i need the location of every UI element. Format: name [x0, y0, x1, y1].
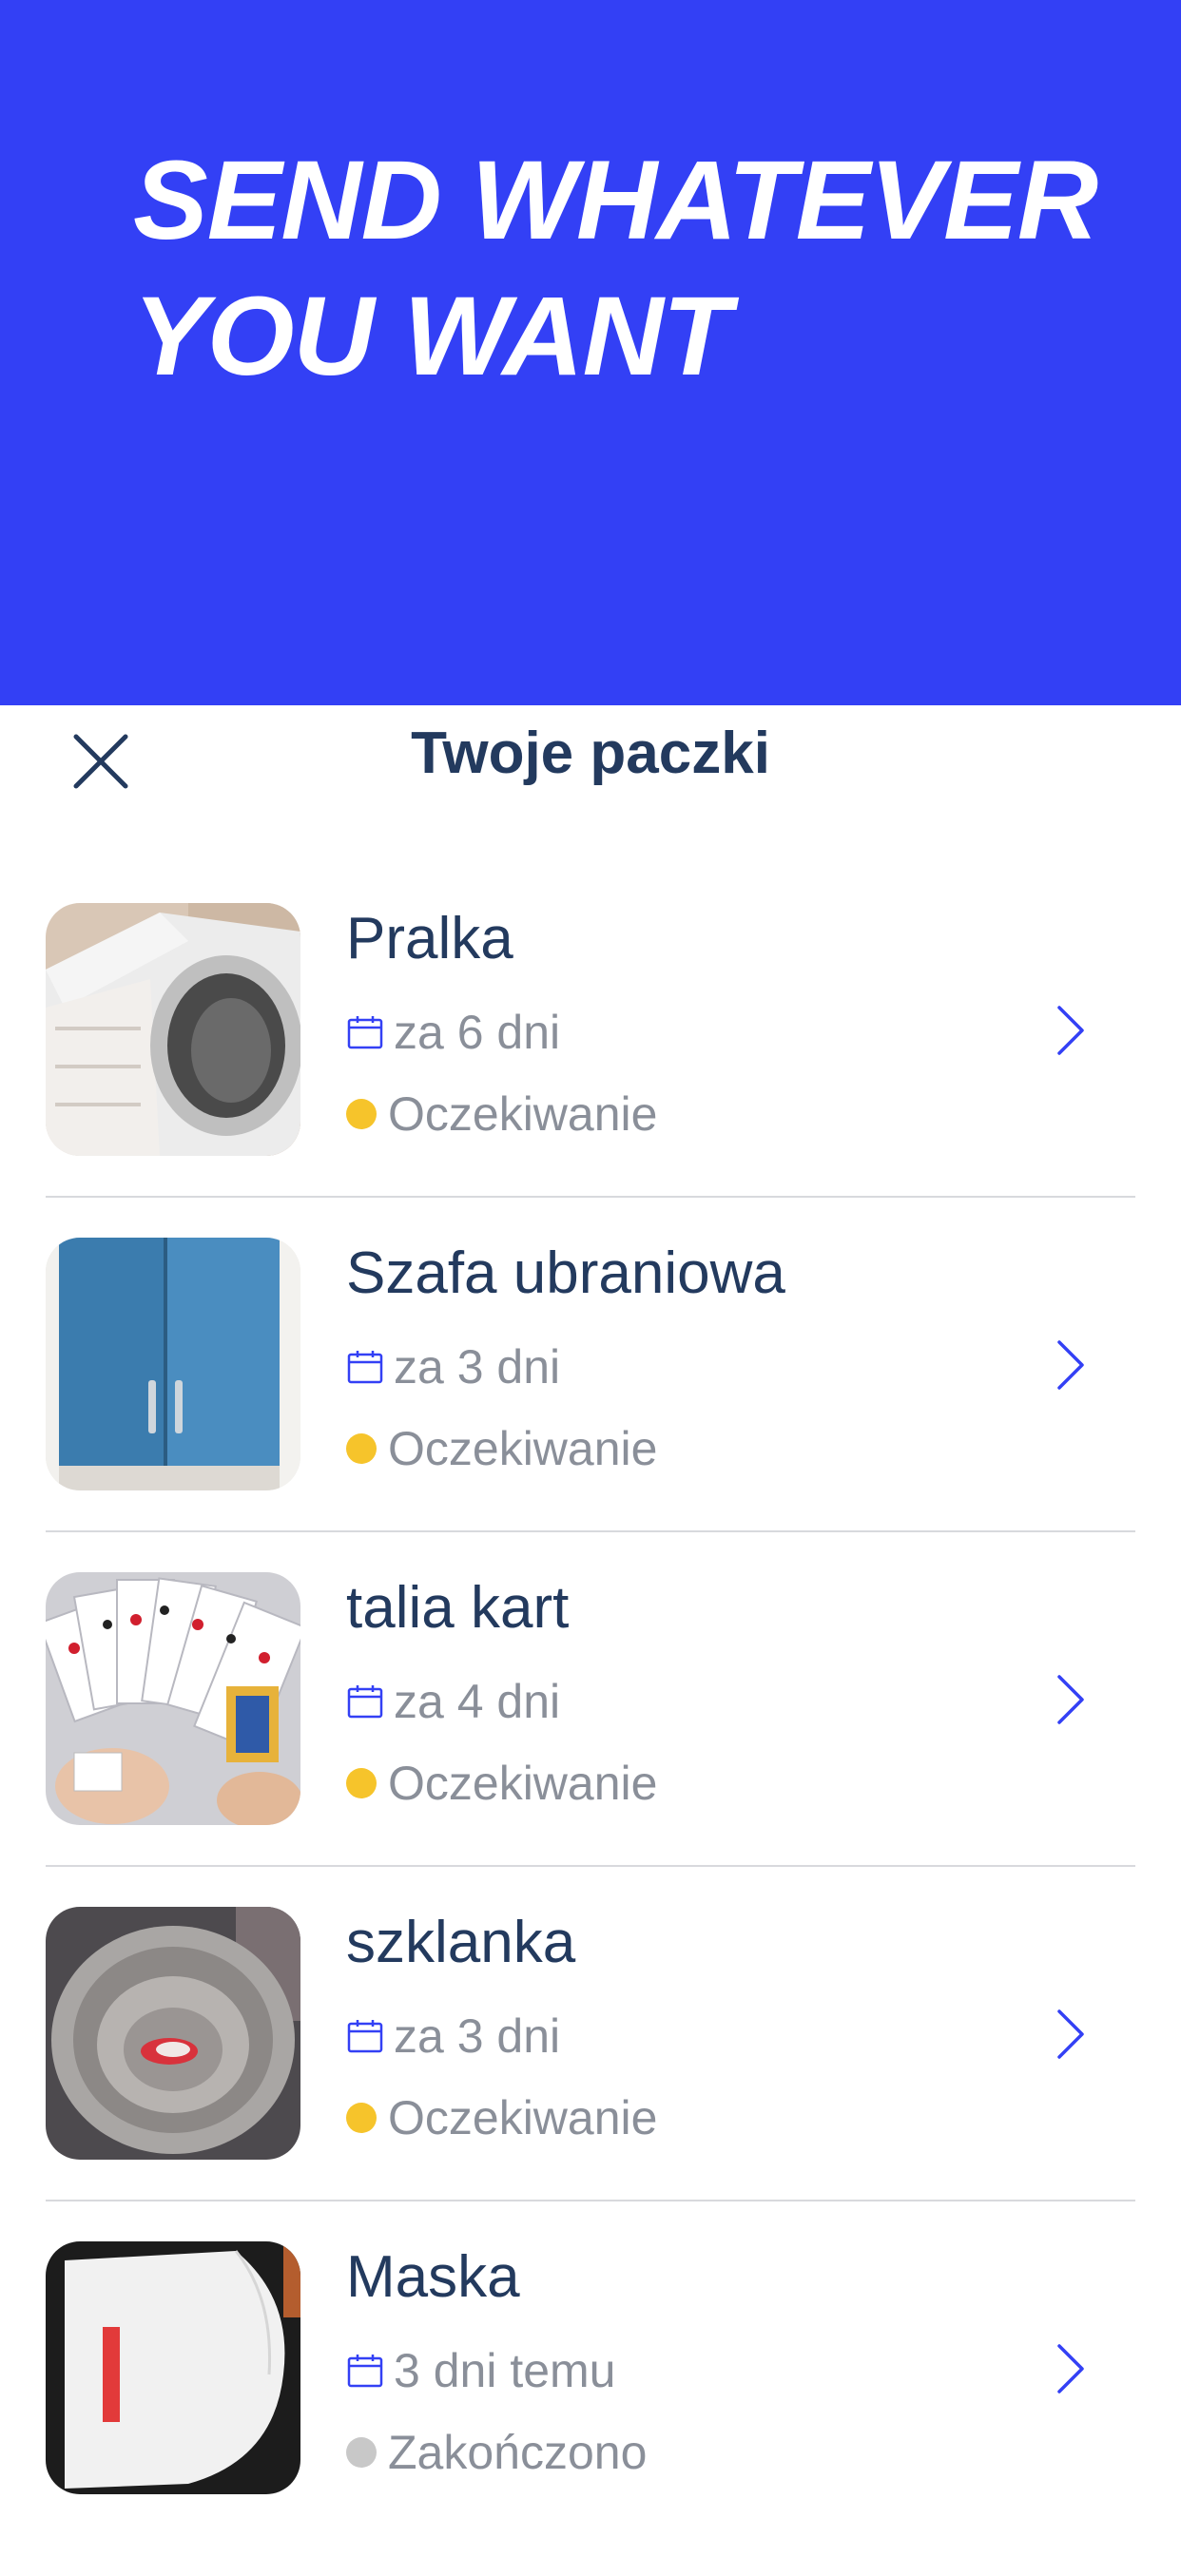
- package-date-text: 3 dni temu: [394, 2344, 616, 2397]
- package-date: za 3 dni: [346, 1340, 560, 1394]
- washing-machine-photo: [46, 903, 300, 1156]
- status-dot-icon: [346, 2437, 377, 2468]
- package-date: za 4 dni: [346, 1675, 560, 1728]
- divider: [46, 2200, 1135, 2201]
- package-thumbnail: [46, 1572, 300, 1825]
- close-button[interactable]: [67, 727, 135, 796]
- promo-headline-line-1: SEND WHATEVER: [133, 138, 1098, 263]
- package-status: Oczekiwanie: [346, 1757, 657, 1810]
- package-date-text: za 6 dni: [394, 1006, 561, 1059]
- package-thumbnail: [46, 1907, 300, 2160]
- package-date-text: za 4 dni: [394, 1675, 561, 1728]
- package-date-text: za 3 dni: [394, 2009, 561, 2063]
- divider: [46, 1530, 1135, 1532]
- package-status-text: Zakończono: [388, 2426, 648, 2479]
- divider: [46, 1196, 1135, 1198]
- package-date-text: za 3 dni: [394, 1340, 561, 1394]
- chevron-right-icon: [1057, 1006, 1084, 1055]
- package-item-pralka[interactable]: Pralka za 6 dni Oczekiwanie: [46, 903, 1135, 1238]
- package-status-text: Oczekiwanie: [388, 2091, 658, 2144]
- package-status-text: Oczekiwanie: [388, 1757, 658, 1810]
- promo-headline-line-2: YOU WANT: [133, 274, 731, 399]
- close-icon: [73, 734, 128, 789]
- package-status-text: Oczekiwanie: [388, 1087, 658, 1141]
- package-status: Oczekiwanie: [346, 2091, 657, 2144]
- playing-cards-photo: [46, 1572, 300, 1825]
- promo-headline: SEND WHATEVER YOU WANT: [133, 133, 1098, 405]
- promo-banner: SEND WHATEVER YOU WANT: [0, 0, 1181, 705]
- chevron-right-icon: [1057, 1675, 1084, 1724]
- package-thumbnail: [46, 2241, 300, 2494]
- package-status-text: Oczekiwanie: [388, 1422, 658, 1475]
- calendar-icon: [347, 1685, 383, 1719]
- package-status: Zakończono: [346, 2426, 647, 2479]
- package-item-talia-kart[interactable]: talia kart za 4 dni Oczekiwanie: [46, 1572, 1135, 1907]
- calendar-icon: [347, 2020, 383, 2053]
- package-date: za 3 dni: [346, 2009, 560, 2063]
- calendar-icon: [347, 1351, 383, 1384]
- package-thumbnail: [46, 1238, 300, 1490]
- status-dot-icon: [346, 2103, 377, 2133]
- package-date: 3 dni temu: [346, 2344, 615, 2397]
- package-name: talia kart: [346, 1575, 570, 1641]
- chevron-right-icon: [1057, 2009, 1084, 2059]
- status-dot-icon: [346, 1099, 377, 1129]
- chevron-right-icon: [1057, 2344, 1084, 2393]
- glass-photo: [46, 1907, 300, 2160]
- divider: [46, 1865, 1135, 1867]
- face-mask-photo: [46, 2241, 300, 2494]
- package-name: szklanka: [346, 1910, 576, 1975]
- wardrobe-photo: [46, 1238, 300, 1490]
- package-item-szklanka[interactable]: szklanka za 3 dni Oczekiwanie: [46, 1907, 1135, 2241]
- package-item-szafa-ubraniowa[interactable]: Szafa ubraniowa za 3 dni Oczekiwanie: [46, 1238, 1135, 1572]
- calendar-icon: [347, 2355, 383, 2388]
- package-name: Szafa ubraniowa: [346, 1240, 785, 1306]
- package-date: za 6 dni: [346, 1006, 560, 1059]
- package-thumbnail: [46, 903, 300, 1156]
- chevron-right-icon: [1057, 1340, 1084, 1390]
- page-title: Twoje paczki: [411, 721, 770, 786]
- package-item-maska[interactable]: Maska 3 dni temu Zakończono: [46, 2241, 1135, 2576]
- package-status: Oczekiwanie: [346, 1087, 657, 1141]
- packages-sheet: Twoje paczki Pralka za 6 dni Oczekiwanie…: [0, 705, 1181, 2555]
- package-name: Pralka: [346, 906, 513, 971]
- calendar-icon: [347, 1016, 383, 1049]
- package-name: Maska: [346, 2244, 520, 2310]
- status-dot-icon: [346, 1768, 377, 1798]
- package-status: Oczekiwanie: [346, 1422, 657, 1475]
- status-dot-icon: [346, 1433, 377, 1464]
